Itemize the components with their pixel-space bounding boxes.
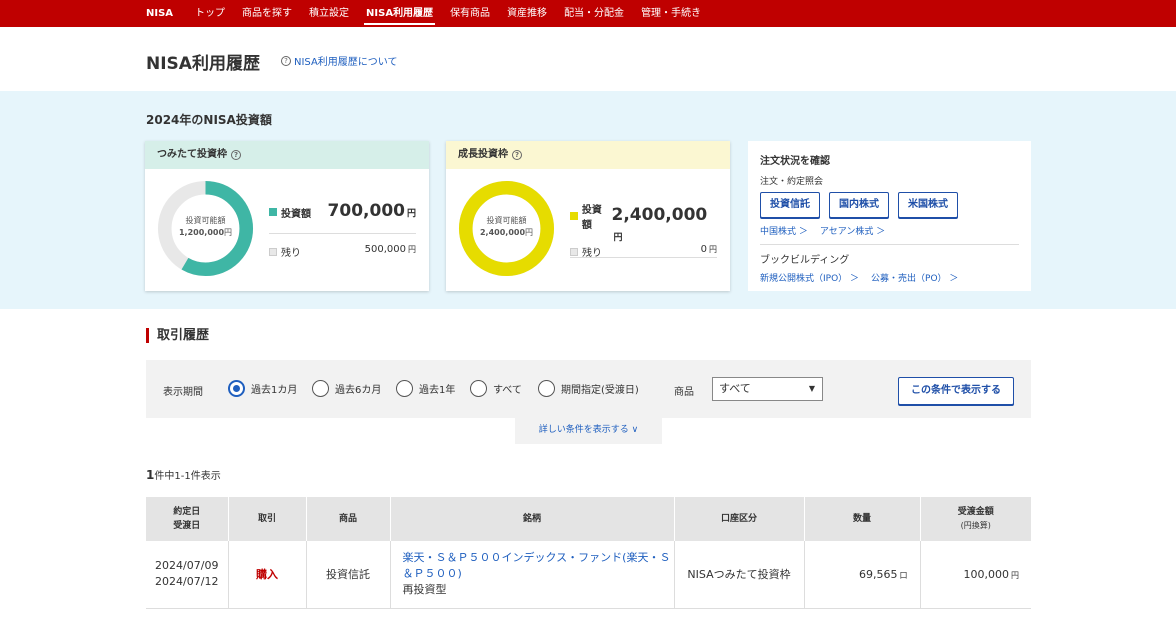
col-trade: 取引 (228, 497, 307, 541)
available-value: 1,200,000円 (178, 228, 233, 237)
book-building-title: ブックビルディング (760, 255, 850, 266)
legend-swatch (570, 247, 578, 256)
seicho-card: 成長投資枠 ? 投資可能額 2,400,000円 投資額 2,400,000円 … (446, 141, 730, 291)
product-label: 商品 (674, 387, 694, 398)
available-value: 2,400,000円 (479, 228, 534, 237)
order-status-title: 注文状況を確認 (760, 156, 830, 167)
ipo-link[interactable]: 新規公開株式（IPO） ＞ (760, 271, 859, 284)
nav-item-search[interactable]: 商品を探す (242, 0, 292, 27)
cell-product: 投資信託 (306, 541, 391, 609)
nav-item-management[interactable]: 管理・手続き (641, 0, 701, 27)
summary-title: 2024年のNISA投資額 (146, 113, 272, 127)
col-product: 商品 (306, 497, 391, 541)
cell-fund-name: 楽天・Ｓ＆Ｐ５００インデックス・ファンド(楽天・Ｓ＆Ｐ５００) 再投資型 (390, 541, 675, 609)
apply-filter-button[interactable]: この条件で表示する (898, 377, 1014, 405)
seicho-card-title: 成長投資枠 (458, 149, 508, 160)
tsumitate-remaining-row: 残り 500,000 円 (269, 244, 416, 259)
tsumitate-card-header: つみたて投資枠 ? (145, 141, 429, 169)
filter-panel: 表示期間 過去1カ月 過去6カ月 過去1年 すべて 期間指定(受渡日) 商品 す… (146, 360, 1031, 418)
seicho-card-header: 成長投資枠 ? (446, 141, 730, 169)
divider (760, 244, 1019, 245)
cell-qty: 69,565 口 (804, 541, 921, 609)
history-title: 取引履歴 (146, 328, 209, 343)
question-icon[interactable]: ? (512, 150, 522, 160)
page-title: NISA利用履歴 (146, 54, 260, 74)
about-link[interactable]: ? NISA利用履歴について (281, 53, 398, 68)
remaining-label: 残り (582, 248, 602, 259)
product-select[interactable]: すべて ▼ (712, 377, 823, 401)
invested-label: 投資額 (581, 205, 602, 231)
invested-value: 700,000 円 (327, 201, 416, 221)
remaining-value: 0円 (700, 244, 717, 255)
legend-swatch (570, 212, 578, 220)
period-label: 表示期間 (163, 387, 203, 398)
caret-down-icon: ▼ (808, 384, 815, 393)
remaining-value: 500,000 円 (364, 244, 416, 255)
tsumitate-available: 投資可能額 1,200,000円 (157, 215, 254, 239)
nav-brand[interactable]: NISA (146, 0, 173, 27)
result-count: 1件中1-1件表示 (146, 468, 221, 482)
col-amount: 受渡金額 (円換算) (920, 497, 1031, 541)
us-stock-button[interactable]: 米国株式 (898, 192, 958, 218)
nav-item-top[interactable]: トップ (195, 0, 225, 27)
china-stock-link[interactable]: 中国株式 ＞ (760, 224, 808, 237)
tsumitate-card-title: つみたて投資枠 (157, 149, 227, 160)
cell-amount: 100,000 円 (920, 541, 1031, 609)
radio-custom-period[interactable]: 期間指定(受渡日) (538, 380, 639, 397)
mutual-fund-button[interactable]: 投資信託 (760, 192, 820, 218)
question-icon[interactable]: ? (231, 150, 241, 160)
show-more-conditions[interactable]: 詳しい条件を表示する ∨ (515, 418, 662, 444)
cell-account: NISAつみたて投資枠 (674, 541, 805, 609)
tsumitate-invested-row: 投資額 700,000 円 (269, 201, 416, 234)
order-status-box: 注文状況を確認 注文・約定照会 投資信託 国内株式 米国株式 中国株式 ＞ アセ… (748, 141, 1031, 291)
legend-swatch (269, 247, 277, 256)
col-qty: 数量 (804, 497, 921, 541)
nav-item-asset-trend[interactable]: 資産推移 (507, 0, 547, 27)
order-inquiry-label: 注文・約定照会 (760, 177, 824, 187)
radio-1-year[interactable]: 過去1年 (396, 380, 455, 397)
seicho-remaining-row: 残り 0円 (570, 244, 717, 259)
legend-swatch (269, 208, 277, 216)
remaining-label: 残り (281, 248, 301, 259)
po-link[interactable]: 公募・売出（PO） ＞ (871, 271, 958, 284)
about-link-label: NISA利用履歴について (294, 57, 398, 68)
seicho-available: 投資可能額 2,400,000円 (458, 215, 555, 239)
history-table: 約定日 受渡日 取引 商品 銘柄 口座区分 数量 受渡金額 (円換算) 2024/0… (146, 497, 1031, 609)
question-icon: ? (281, 55, 291, 66)
table-row: 2024/07/09 2024/07/12 購入 投資信託 楽天・Ｓ＆Ｐ５００イン… (146, 541, 1031, 609)
nav-item-holdings[interactable]: 保有商品 (450, 0, 490, 27)
product-select-value: すべて (719, 382, 751, 395)
tsumitate-card: つみたて投資枠 ? 投資可能額 1,200,000円 投資額 700,000 円 … (145, 141, 429, 291)
nav-item-accumulation[interactable]: 積立設定 (309, 0, 349, 27)
col-account: 口座区分 (674, 497, 805, 541)
fund-name-link[interactable]: 楽天・Ｓ＆Ｐ５００インデックス・ファンド(楽天・Ｓ＆Ｐ５００) (403, 550, 674, 582)
cell-dates: 2024/07/09 2024/07/12 (146, 541, 229, 609)
radio-1-month[interactable]: 過去1カ月 (228, 380, 297, 397)
reinvest-type: 再投資型 (402, 583, 447, 597)
radio-6-months[interactable]: 過去6カ月 (312, 380, 381, 397)
invested-value: 2,400,000円 (611, 205, 708, 243)
col-name: 銘柄 (390, 497, 675, 541)
invested-label: 投資額 (281, 208, 311, 220)
domestic-stock-button[interactable]: 国内株式 (829, 192, 889, 218)
top-nav: NISA トップ 商品を探す 積立設定 NISA利用履歴 保有商品 資産推移 配… (0, 0, 1176, 27)
asean-stock-link[interactable]: アセアン株式 ＞ (820, 224, 885, 237)
cell-trade: 購入 (228, 541, 307, 609)
available-label: 投資可能額 (486, 216, 527, 225)
col-dates: 約定日 受渡日 (146, 497, 229, 541)
nav-item-dividends[interactable]: 配当・分配金 (564, 0, 624, 27)
nav-item-nisa-history[interactable]: NISA利用履歴 (364, 0, 436, 27)
available-label: 投資可能額 (185, 216, 226, 225)
radio-all[interactable]: すべて (470, 380, 522, 397)
